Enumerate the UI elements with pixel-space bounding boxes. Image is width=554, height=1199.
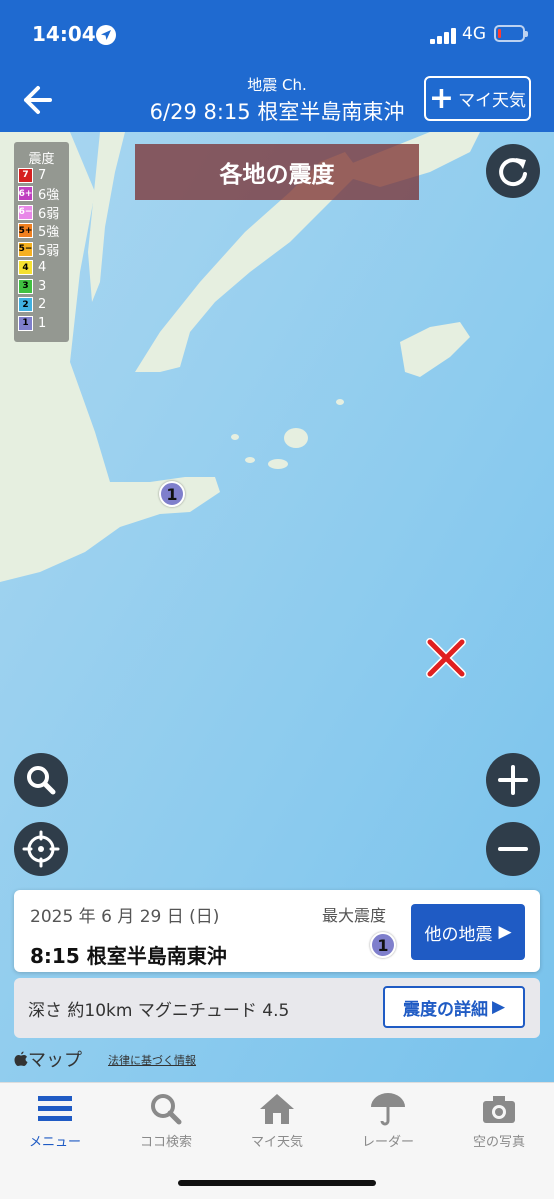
tab-label: 空の写真 bbox=[472, 1135, 525, 1150]
legend-row: 11 bbox=[14, 314, 69, 333]
crosshair-icon bbox=[22, 830, 60, 868]
refresh-button[interactable] bbox=[486, 144, 540, 198]
maps-attribution: マップ bbox=[14, 1046, 82, 1072]
legend-label: 2 bbox=[38, 297, 47, 313]
add-my-weather-button[interactable]: + マイ天気 bbox=[424, 76, 531, 121]
tab-my-weather[interactable]: マイ天気 bbox=[222, 1091, 332, 1150]
maps-label: マップ bbox=[28, 1050, 82, 1071]
legend-label: 6強 bbox=[38, 188, 60, 204]
play-arrow-icon: ▶ bbox=[491, 997, 506, 1017]
home-indicator bbox=[178, 1180, 376, 1186]
intensity-detail-button[interactable]: 震度の詳細 ▶ bbox=[383, 986, 525, 1028]
legend-row: 44 bbox=[14, 259, 69, 278]
location-arrow-icon bbox=[96, 25, 116, 45]
other-earthquakes-button[interactable]: 他の地震 ▶ bbox=[411, 904, 525, 960]
tab-sky-photo[interactable]: 空の写真 bbox=[444, 1091, 554, 1150]
legend-row: 22 bbox=[14, 296, 69, 315]
legend-label: 5弱 bbox=[38, 243, 60, 259]
legend-label: 6弱 bbox=[38, 206, 60, 222]
status-time: 14:04 bbox=[32, 22, 96, 46]
play-arrow-icon: ▶ bbox=[498, 922, 512, 942]
zoom-out-button[interactable] bbox=[486, 822, 540, 876]
signal-icon bbox=[430, 28, 456, 44]
legend-label: 4 bbox=[38, 260, 47, 276]
tab-search[interactable]: ココ検索 bbox=[111, 1091, 221, 1150]
legend-swatch: 1 bbox=[18, 315, 33, 331]
legend-swatch: 3 bbox=[18, 278, 33, 294]
legend-swatch: 6− bbox=[18, 204, 33, 220]
header-subtitle: 地震 Ch. bbox=[247, 76, 307, 94]
earthquake-info-card: 2025 年 6 月 29 日 (日) 最大震度 8:15 根室半島南東沖 1 … bbox=[14, 890, 540, 972]
minus-icon bbox=[498, 847, 528, 851]
battery-icon bbox=[494, 25, 528, 42]
legend-label: 7 bbox=[38, 167, 47, 183]
tab-radar[interactable]: レーダー bbox=[333, 1091, 443, 1150]
legend-row: 77 bbox=[14, 166, 69, 185]
map-search-button[interactable] bbox=[14, 753, 68, 807]
home-icon bbox=[260, 1094, 294, 1124]
legend-swatch: 6+ bbox=[18, 186, 33, 202]
quake-time-place: 8:15 根室半島南東沖 bbox=[30, 944, 227, 968]
tab-label: レーダー bbox=[361, 1135, 414, 1150]
legal-info-link[interactable]: 法律に基づく情報 bbox=[108, 1052, 196, 1068]
my-weather-label: マイ天気 bbox=[458, 91, 527, 111]
current-location-button[interactable] bbox=[14, 822, 68, 876]
apple-logo-icon bbox=[14, 1051, 28, 1066]
legend-row: 6− 6弱 bbox=[14, 203, 69, 222]
intensity-legend: 震度 7 7 6+ 6強 6− 6弱 5+ 5強 5− 5弱 4 4 3 3 2 2 1 1 bbox=[14, 142, 69, 342]
legend-label: 1 bbox=[38, 315, 47, 331]
intensity-marker[interactable]: 1 bbox=[159, 481, 185, 507]
legend-swatch: 5− bbox=[18, 241, 33, 257]
tab-label: ココ検索 bbox=[139, 1135, 192, 1150]
depth-magnitude-text: 深さ 約10km マグニチュード 4.5 bbox=[28, 1001, 290, 1021]
zoom-in-button[interactable] bbox=[486, 753, 540, 807]
tab-label: マイ天気 bbox=[250, 1135, 303, 1150]
epicenter-x-icon bbox=[426, 638, 466, 678]
back-button[interactable] bbox=[18, 80, 60, 120]
legend-label: 5強 bbox=[38, 225, 60, 241]
legend-swatch: 4 bbox=[18, 260, 33, 276]
refresh-icon bbox=[499, 158, 527, 187]
search-icon bbox=[151, 1094, 182, 1125]
app-header: 地震 Ch. 6/29 8:15 根室半島南東沖 + マイ天気 bbox=[0, 70, 554, 132]
status-bar: 14:04 4G bbox=[0, 0, 554, 70]
plus-icon: + bbox=[428, 80, 455, 116]
tab-menu[interactable]: メニュー bbox=[0, 1091, 110, 1150]
map-banner: 各地の震度 bbox=[135, 144, 419, 200]
earthquake-detail-bar: 深さ 約10km マグニチュード 4.5 震度の詳細 ▶ bbox=[14, 978, 540, 1038]
tab-label: メニュー bbox=[28, 1135, 81, 1150]
intensity-detail-label: 震度の詳細 bbox=[402, 999, 488, 1020]
page-title: 6/29 8:15 根室半島南東沖 bbox=[149, 100, 405, 124]
plus-icon bbox=[498, 765, 528, 795]
legend-label: 3 bbox=[38, 278, 47, 294]
network-type: 4G bbox=[462, 24, 486, 44]
legend-title: 震度 bbox=[28, 152, 55, 167]
legend-row: 5+ 5強 bbox=[14, 222, 69, 241]
umbrella-icon bbox=[371, 1093, 405, 1126]
legend-row: 33 bbox=[14, 277, 69, 296]
quake-date: 2025 年 6 月 29 日 (日) bbox=[30, 907, 220, 927]
other-earthquakes-label: 他の地震 bbox=[424, 924, 493, 945]
menu-icon bbox=[38, 1096, 72, 1121]
max-intensity-label: 最大震度 bbox=[322, 906, 387, 925]
legend-swatch: 5+ bbox=[18, 223, 33, 239]
epicenter-marker[interactable] bbox=[424, 636, 468, 680]
camera-icon bbox=[483, 1096, 515, 1123]
legend-row: 6+ 6強 bbox=[14, 185, 69, 204]
legend-row: 5− 5弱 bbox=[14, 240, 69, 259]
back-arrow-icon bbox=[24, 86, 52, 114]
legend-swatch: 2 bbox=[18, 297, 33, 313]
max-intensity-badge: 1 bbox=[370, 932, 396, 958]
legend-swatch: 7 bbox=[18, 167, 33, 183]
search-icon bbox=[27, 766, 56, 795]
